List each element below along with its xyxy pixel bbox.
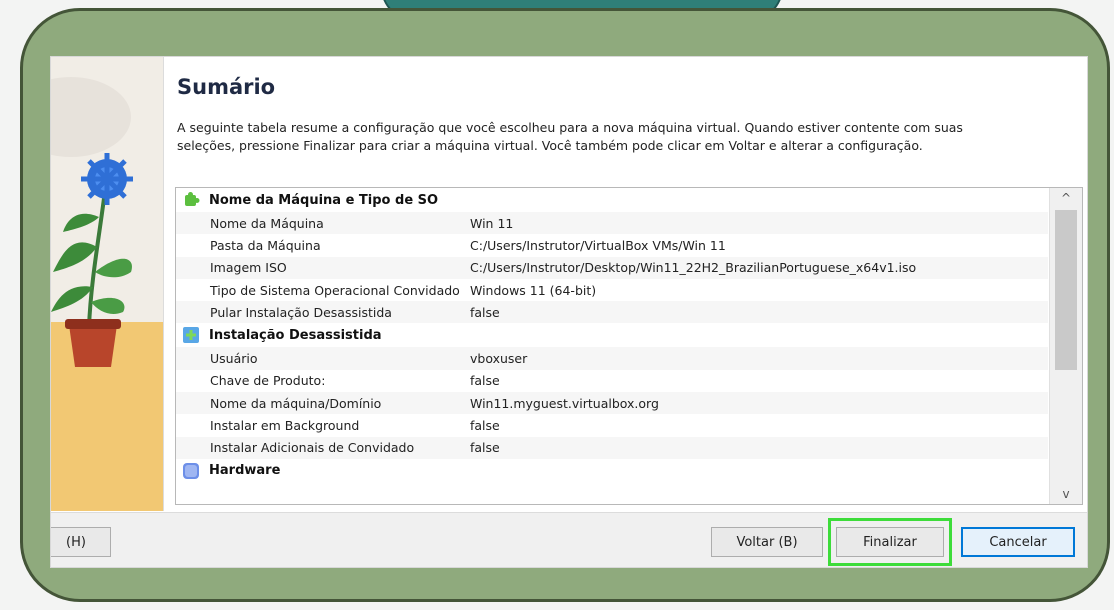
row-key: Usuário (210, 351, 258, 367)
cancel-button[interactable]: Cancelar (961, 527, 1075, 557)
table-row: Imagem ISO C:/Users/Instrutor/Desktop/Win… (176, 256, 1048, 279)
back-button[interactable]: Voltar (B) (711, 527, 823, 557)
row-value: C:/Users/Instrutor/VirtualBox VMs/Win 11 (470, 237, 726, 253)
green-puzzle-icon (185, 192, 200, 206)
row-key: Chave de Produto: (210, 373, 326, 389)
section-title: Nome da Máquina e Tipo de SO (209, 192, 439, 208)
section-header-unattended[interactable]: Instalação Desassistida (176, 323, 1048, 347)
row-value: Win 11 (470, 215, 514, 231)
table-row: Instalar Adicionais de Convidado false (176, 436, 1048, 459)
summary-table: Nome da Máquina e Tipo de SO Nome da Máq… (175, 187, 1083, 505)
table-row: Pular Instalação Desassistida false (176, 301, 1048, 324)
page-title: Sumário (177, 75, 276, 99)
row-value: vboxuser (470, 351, 528, 367)
summary-rows: Nome da Máquina e Tipo de SO Nome da Máq… (176, 188, 1048, 483)
hardware-chip-icon (183, 462, 199, 479)
row-key: Nome da máquina/Domínio (210, 395, 382, 411)
install-plus-icon (183, 327, 199, 344)
wizard-window: Sumário A seguinte tabela resume a confi… (50, 56, 1088, 568)
table-row: Nome da Máquina Win 11 (176, 212, 1048, 235)
row-value: Win11.myguest.virtualbox.org (470, 395, 659, 411)
row-value: false (470, 373, 500, 389)
section-header-machine[interactable]: Nome da Máquina e Tipo de SO (176, 188, 1048, 212)
help-button[interactable]: (H) (51, 527, 111, 557)
row-key: Imagem ISO (210, 260, 287, 276)
plant-icon (51, 153, 133, 367)
section-title: Instalação Desassistida (209, 327, 382, 343)
row-value: Windows 11 (64-bit) (470, 282, 597, 298)
vertical-scrollbar[interactable]: ^ v (1049, 188, 1082, 504)
table-row: Nome da máquina/Domínio Win11.myguest.vir… (176, 392, 1048, 415)
table-row: Tipo de Sistema Operacional Convidado Win… (176, 279, 1048, 301)
finish-highlight-box (828, 518, 952, 566)
row-key: Pasta da Máquina (210, 237, 321, 253)
wizard-illustration (51, 57, 164, 511)
table-row: Pasta da Máquina C:/Users/Instrutor/Virtu… (176, 234, 1048, 256)
scroll-up-arrow-icon[interactable]: ^ (1050, 188, 1082, 208)
table-row: Usuário vboxuser (176, 347, 1048, 370)
row-key: Instalar Adicionais de Convidado (210, 440, 415, 456)
scrollbar-thumb[interactable] (1055, 210, 1077, 370)
row-value: false (470, 440, 500, 456)
section-title: Hardware (209, 463, 281, 479)
section-header-hardware[interactable]: Hardware (176, 459, 1048, 483)
table-row: Chave de Produto: false (176, 370, 1048, 392)
table-row: Instalar em Background false (176, 414, 1048, 436)
row-value: false (470, 304, 500, 320)
scroll-down-arrow-icon[interactable]: v (1050, 484, 1082, 504)
row-key: Pular Instalação Desassistida (210, 304, 392, 320)
row-value: false (470, 418, 500, 434)
row-key: Instalar em Background (210, 418, 360, 434)
row-key: Tipo de Sistema Operacional Convidado (210, 282, 460, 298)
row-value: C:/Users/Instrutor/Desktop/Win11_22H2_Br… (470, 260, 917, 276)
row-key: Nome da Máquina (210, 215, 324, 231)
page-description: A seguinte tabela resume a configuração … (177, 120, 963, 153)
